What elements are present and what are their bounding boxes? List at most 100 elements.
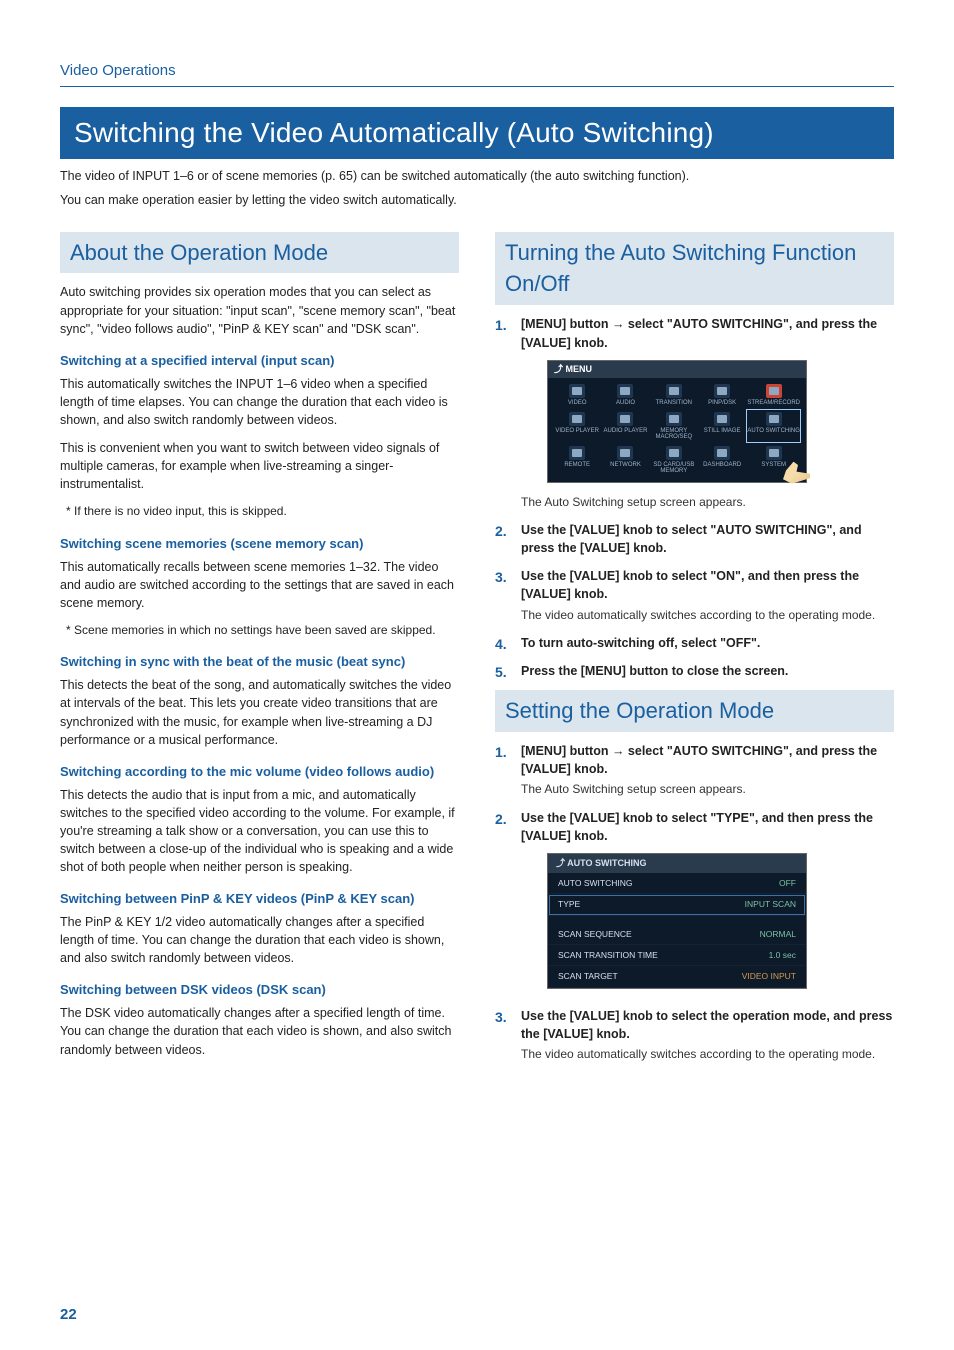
menu-item-label: PINP/DSK [708,400,736,406]
step-on-off-3-main: Use the [VALUE] knob to select "ON", and… [521,567,894,603]
menu-item-label: SD CARD/USB MEMORY [653,462,694,474]
scene-memory-note: Scene memories in which no settings have… [66,622,459,639]
beat-sync-desc: This detects the beat of the song, and a… [60,676,459,749]
step-mode-1-main: [MENU] button → select "AUTO SWITCHING",… [521,742,894,778]
heading-input-scan: Switching at a specified interval (input… [60,352,459,371]
menu-item-icon [714,446,730,460]
menu-item-icon [666,446,682,460]
right-column: Turning the Auto Switching Function On/O… [495,232,894,1074]
steps-on-off: [MENU] button → select "AUTO SWITCHING",… [495,315,894,680]
menu-item-icon [617,384,633,398]
settings-shot-title: ⤴ AUTO SWITCHING [548,854,806,873]
menu-item: REMOTE [554,444,600,476]
settings-row-label: SCAN TARGET [558,970,618,982]
intro-block: The video of INPUT 1–6 or of scene memor… [60,167,894,209]
menu-item-label: STREAM/RECORD [747,400,800,406]
step-on-off-5: Press the [MENU] button to close the scr… [495,662,894,680]
step-on-off-3: Use the [VALUE] knob to select "ON", and… [495,567,894,624]
video-follows-audio-desc: This detects the audio that is input fro… [60,786,459,877]
menu-item-label: VIDEO PLAYER [555,428,599,434]
menu-item-label: SYSTEM [761,462,786,468]
menu-item-label: VIDEO [568,400,587,406]
scene-memory-desc: This automatically recalls between scene… [60,558,459,612]
step-mode-3: Use the [VALUE] knob to select the opera… [495,1007,894,1064]
menu-item: TRANSITION [651,382,697,408]
heading-beat-sync: Switching in sync with the beat of the m… [60,653,459,672]
menu-item-label: MEMORY MACRO/SEQ [655,428,692,440]
settings-row: TYPEINPUT SCAN [548,894,806,915]
menu-item: PINP/DSK [699,382,745,408]
menu-item: SYSTEM [747,444,800,476]
menu-item-icon [766,412,782,426]
menu-item-label: REMOTE [564,462,590,468]
settings-row: AUTO SWITCHING OFF [548,873,806,894]
menu-item: STILL IMAGE [699,410,745,442]
step-on-off-1-sub: The Auto Switching setup screen appears. [521,494,894,511]
menu-item-label: DASHBOARD [703,462,741,468]
settings-screenshot: ⤴ AUTO SWITCHING AUTO SWITCHING OFF TYPEIN… [547,853,807,989]
menu-item-icon [666,412,682,426]
settings-row-value: VIDEO INPUT [742,970,796,982]
step-on-off-3-sub: The video automatically switches accordi… [521,607,894,624]
step-mode-3-sub: The video automatically switches accordi… [521,1046,894,1063]
menu-item: DASHBOARD [699,444,745,476]
header-region: Video Operations [60,60,894,87]
menu-item-label: NETWORK [610,462,641,468]
menu-item: STREAM/RECORD [747,382,800,408]
dsk-scan-desc: The DSK video automatically changes afte… [60,1004,459,1058]
menu-item-icon [766,384,782,398]
step-on-off-4: To turn auto-switching off, select "OFF"… [495,634,894,652]
menu-item: AUDIO [602,382,648,408]
two-column-layout: About the Operation Mode Auto switching … [60,232,894,1074]
settings-row-value: 1.0 sec [769,949,796,961]
input-scan-note: If there is no video input, this is skip… [66,503,459,520]
settings-row-label: TYPE [558,898,580,910]
menu-item-icon [766,446,782,460]
step-mode-1: [MENU] button → select "AUTO SWITCHING",… [495,742,894,799]
menu-shot-title: ⤴ MENU [548,361,806,378]
menu-item-icon [617,412,633,426]
section-about-mode: About the Operation Mode [60,232,459,274]
step-on-off-1-main: [MENU] button → select "AUTO SWITCHING",… [521,315,894,351]
menu-item-label: AUTO SWITCHING [747,428,800,434]
page-number: 22 [60,1304,77,1326]
step-on-off-2-main: Use the [VALUE] knob to select "AUTO SWI… [521,521,894,557]
menu-item: VIDEO [554,382,600,408]
steps-setting-mode: [MENU] button → select "AUTO SWITCHING",… [495,742,894,1063]
menu-item: VIDEO PLAYER [554,410,600,442]
section-turn-on-off: Turning the Auto Switching Function On/O… [495,232,894,306]
settings-row-value: OFF [779,877,796,889]
step-mode-2-main: Use the [VALUE] knob to select "TYPE", a… [521,809,894,845]
settings-row-value: NORMAL [760,928,796,940]
step-mode-3-main: Use the [VALUE] knob to select the opera… [521,1007,894,1043]
menu-item-label: AUDIO [616,400,635,406]
input-scan-desc-1: This automatically switches the INPUT 1–… [60,375,459,429]
heading-video-follows-audio: Switching according to the mic volume (v… [60,763,459,782]
step-on-off-5-main: Press the [MENU] button to close the scr… [521,662,894,680]
settings-row: SCAN SEQUENCENORMAL [548,924,806,945]
menu-screenshot: ⤴ MENU VIDEO AUDIO TRANSITION PINP/DSK STREA… [547,360,807,483]
about-mode-intro: Auto switching provides six operation mo… [60,283,459,337]
menu-item-icon [714,384,730,398]
settings-row-label: AUTO SWITCHING [558,877,632,889]
menu-item: NETWORK [602,444,648,476]
menu-item: MEMORY MACRO/SEQ [651,410,697,442]
step-on-off-4-main: To turn auto-switching off, select "OFF"… [521,634,894,652]
menu-item-icon [666,384,682,398]
menu-item-icon [617,446,633,460]
intro-line-2: You can make operation easier by letting… [60,191,894,209]
header-text: Video Operations [60,62,176,79]
settings-row: SCAN TRANSITION TIME 1.0 sec [548,945,806,966]
intro-line-1: The video of INPUT 1–6 or of scene memor… [60,167,894,185]
settings-row-label: SCAN TRANSITION TIME [558,949,658,961]
menu-item: AUDIO PLAYER [602,410,648,442]
menu-item: SD CARD/USB MEMORY [651,444,697,476]
menu-item-label: STILL IMAGE [704,428,741,434]
menu-item-icon [569,446,585,460]
pinp-key-scan-desc: The PinP & KEY 1/2 video automatically c… [60,913,459,967]
step-mode-1-sub: The Auto Switching setup screen appears. [521,781,894,798]
menu-item: AUTO SWITCHING [747,410,800,442]
menu-item-icon [569,384,585,398]
step-on-off-2: Use the [VALUE] knob to select "AUTO SWI… [495,521,894,557]
page-title: Switching the Video Automatically (Auto … [60,107,894,160]
